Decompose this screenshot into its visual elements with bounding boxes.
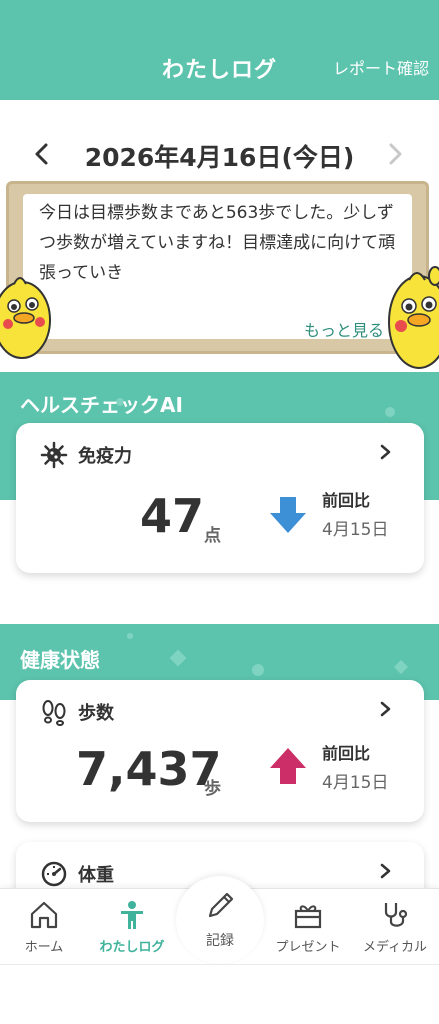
more-label: もっと見る <box>303 321 384 340</box>
immunity-unit: 点 <box>204 526 221 546</box>
chevron-right-icon[interactable] <box>378 698 394 720</box>
nav-label-my-log: わたしログ <box>99 940 165 955</box>
immunity-card[interactable]: 免疫力 47 点 前回比 4月15日 <box>16 423 424 573</box>
record-label: 記録 <box>206 933 234 949</box>
mascot-character-right <box>388 266 439 369</box>
steps-label: 歩数 <box>78 703 114 724</box>
mascot-character-left <box>0 277 51 359</box>
compare-label: 前回比 <box>322 744 371 763</box>
app-screen: わたしログ レポート確認 2026年4月16日(今日) 今日は目標歩数まであと5… <box>0 0 439 1024</box>
gauge-icon <box>41 861 67 887</box>
compare-label: 前回比 <box>322 491 371 510</box>
report-link[interactable]: レポート確認 <box>333 55 429 79</box>
arrow-down-icon <box>270 497 306 533</box>
person-icon <box>121 901 143 929</box>
card-header: 体重 <box>40 860 114 888</box>
steps-unit: 歩 <box>204 779 221 799</box>
nav-item-present[interactable]: プレゼント <box>264 889 352 965</box>
section-title-health-check: ヘルスチェックAI <box>20 393 183 417</box>
footprints-icon <box>42 700 66 726</box>
current-date: 2026年4月16日(今日) <box>84 143 355 172</box>
nav-item-home[interactable]: ホーム <box>0 889 88 965</box>
arrow-up-icon <box>270 748 306 784</box>
gift-icon <box>294 905 322 929</box>
chevron-right-icon[interactable] <box>381 138 409 170</box>
nav-label-medical: メディカル <box>362 940 428 955</box>
pencil-icon <box>208 892 234 918</box>
nav-label-home: ホーム <box>24 940 64 955</box>
app-header: わたしログ レポート確認 <box>0 0 439 100</box>
home-icon <box>30 901 58 929</box>
steps-value: 7,437 <box>76 742 222 796</box>
virus-icon <box>40 441 68 469</box>
stethoscope-icon <box>384 903 408 927</box>
message-text: 今日は目標歩数まであと563歩でした。少しずつ歩数が増えていますね！目標達成に向… <box>39 203 396 283</box>
nav-item-medical[interactable]: メディカル <box>351 889 439 965</box>
immunity-value: 47 <box>140 489 205 543</box>
bottom-safe-area <box>0 964 439 1024</box>
steps-card[interactable]: 歩数 7,437 歩 前回比 4月15日 <box>16 680 424 822</box>
nav-item-my-log[interactable]: わたしログ <box>88 889 176 965</box>
date-navigation: 2026年4月16日(今日) <box>0 132 439 178</box>
chevron-right-icon[interactable] <box>378 441 394 463</box>
compare-date: 4月15日 <box>322 773 389 793</box>
message-board: 今日は目標歩数まであと563歩でした。少しずつ歩数が増えていますね！目標達成に向… <box>6 181 429 354</box>
compare-date: 4月15日 <box>322 520 389 540</box>
chevron-right-icon[interactable] <box>378 860 394 882</box>
section-title-health-status: 健康状態 <box>20 648 100 672</box>
record-button[interactable]: 記録 <box>176 876 264 964</box>
weight-label: 体重 <box>78 865 114 886</box>
card-header: 免疫力 <box>40 441 132 469</box>
nav-label-present: プレゼント <box>275 940 341 955</box>
card-header: 歩数 <box>40 698 114 726</box>
immunity-label: 免疫力 <box>78 446 132 467</box>
